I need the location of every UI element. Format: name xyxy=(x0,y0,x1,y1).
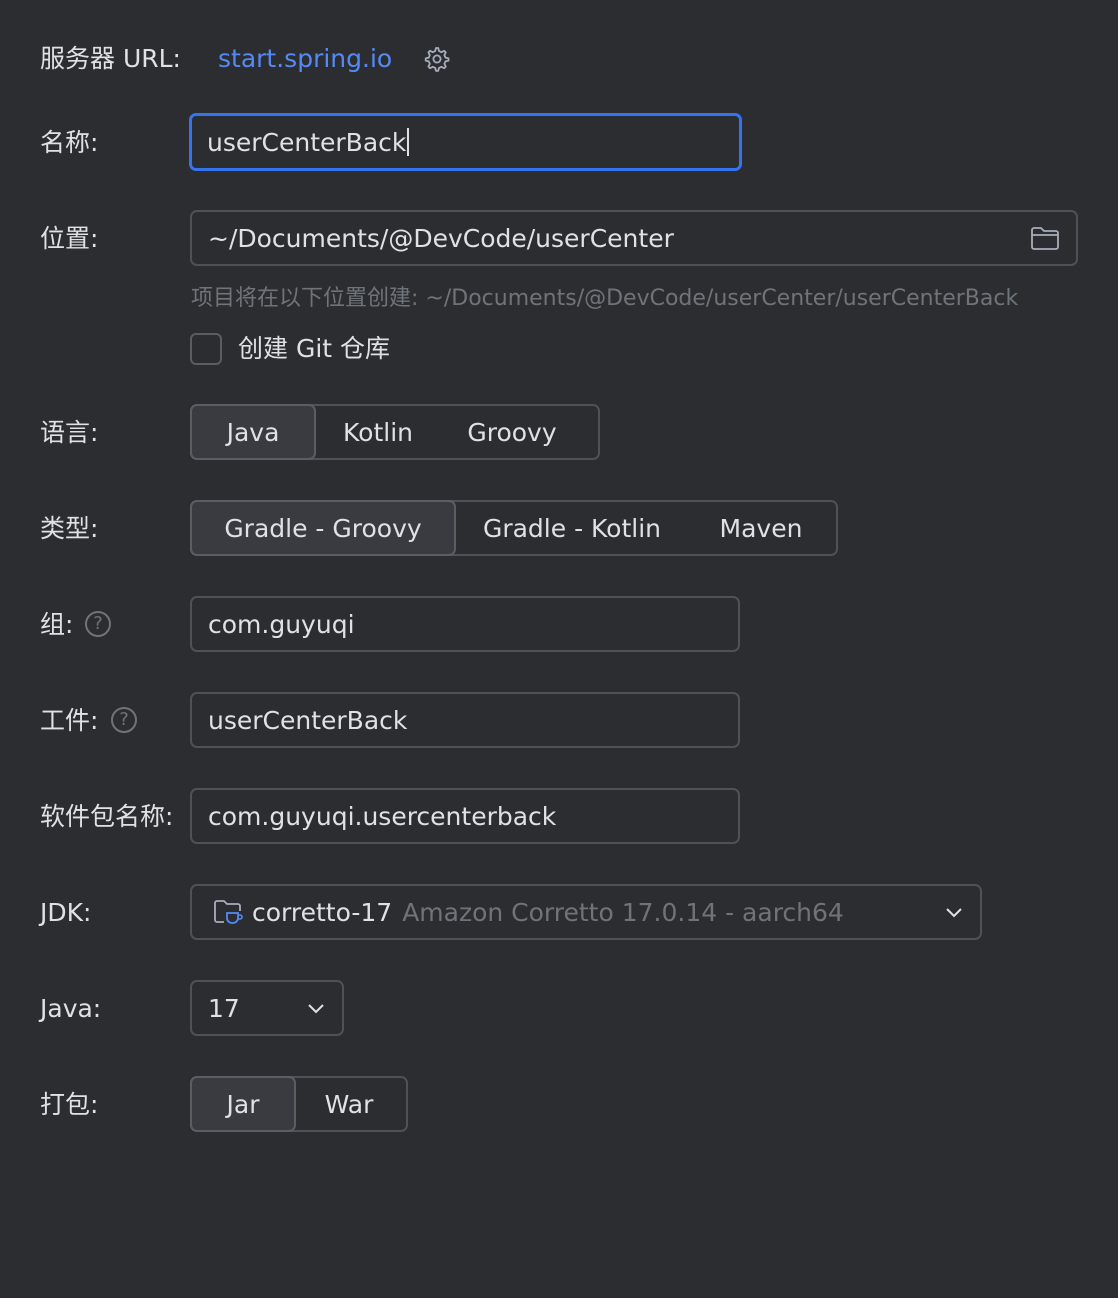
jdk-folder-icon xyxy=(212,897,244,927)
language-segmented[interactable]: Java Kotlin Groovy xyxy=(190,404,600,460)
artifact-input-value: userCenterBack xyxy=(208,705,408,735)
location-input[interactable]: ~/Documents/@DevCode/userCenter xyxy=(190,210,1078,266)
group-help-icon[interactable]: ? xyxy=(85,611,111,637)
group-label: 组: xyxy=(40,610,74,639)
jdk-select[interactable]: corretto-17 Amazon Corretto 17.0.14 - aa… xyxy=(190,884,982,940)
name-label: 名称: xyxy=(40,128,99,157)
java-version-select[interactable]: 17 xyxy=(190,980,344,1036)
language-option-java[interactable]: Java xyxy=(190,404,316,460)
packaging-segmented[interactable]: Jar War xyxy=(190,1076,408,1132)
type-option-maven[interactable]: Maven xyxy=(690,502,832,554)
folder-icon[interactable] xyxy=(1030,225,1060,251)
language-option-groovy[interactable]: Groovy xyxy=(442,406,582,458)
package-name-input[interactable]: com.guyuqi.usercenterback xyxy=(190,788,740,844)
packaging-option-jar[interactable]: Jar xyxy=(190,1076,296,1132)
language-label: 语言: xyxy=(40,418,99,447)
server-url-link[interactable]: start.spring.io xyxy=(218,43,392,75)
git-checkbox-label[interactable]: 创建 Git 仓库 xyxy=(238,333,390,365)
java-version-value: 17 xyxy=(208,993,240,1023)
location-hint: 项目将在以下位置创建: ~/Documents/@DevCode/userCen… xyxy=(191,286,1019,311)
jdk-label: JDK: xyxy=(40,898,92,927)
java-version-label: Java: xyxy=(40,994,102,1023)
package-name-label: 软件包名称: xyxy=(40,802,174,831)
type-option-gradle-groovy[interactable]: Gradle - Groovy xyxy=(190,500,456,556)
chevron-down-icon xyxy=(306,1001,326,1015)
name-input-value: userCenterBack xyxy=(207,127,407,157)
gear-icon[interactable] xyxy=(420,43,452,75)
packaging-option-war[interactable]: War xyxy=(294,1078,404,1130)
git-checkbox[interactable] xyxy=(190,333,222,365)
packaging-label: 打包: xyxy=(40,1090,99,1119)
language-option-kotlin[interactable]: Kotlin xyxy=(314,406,442,458)
name-input[interactable]: userCenterBack xyxy=(189,113,742,171)
server-url-label: 服务器 URL: xyxy=(40,44,181,73)
artifact-input[interactable]: userCenterBack xyxy=(190,692,740,748)
package-name-input-value: com.guyuqi.usercenterback xyxy=(208,801,557,831)
jdk-name: corretto-17 xyxy=(252,897,393,927)
jdk-detail: Amazon Corretto 17.0.14 - aarch64 xyxy=(402,897,844,927)
chevron-down-icon xyxy=(944,905,964,919)
group-input[interactable]: com.guyuqi xyxy=(190,596,740,652)
artifact-help-icon[interactable]: ? xyxy=(111,707,137,733)
type-option-gradle-kotlin[interactable]: Gradle - Kotlin xyxy=(454,502,690,554)
text-caret xyxy=(407,128,410,156)
artifact-label: 工件: xyxy=(40,706,99,735)
location-label: 位置: xyxy=(40,224,99,253)
group-input-value: com.guyuqi xyxy=(208,609,355,639)
location-input-value: ~/Documents/@DevCode/userCenter xyxy=(208,223,674,253)
build-type-segmented[interactable]: Gradle - Groovy Gradle - Kotlin Maven xyxy=(190,500,838,556)
type-label: 类型: xyxy=(40,514,99,543)
